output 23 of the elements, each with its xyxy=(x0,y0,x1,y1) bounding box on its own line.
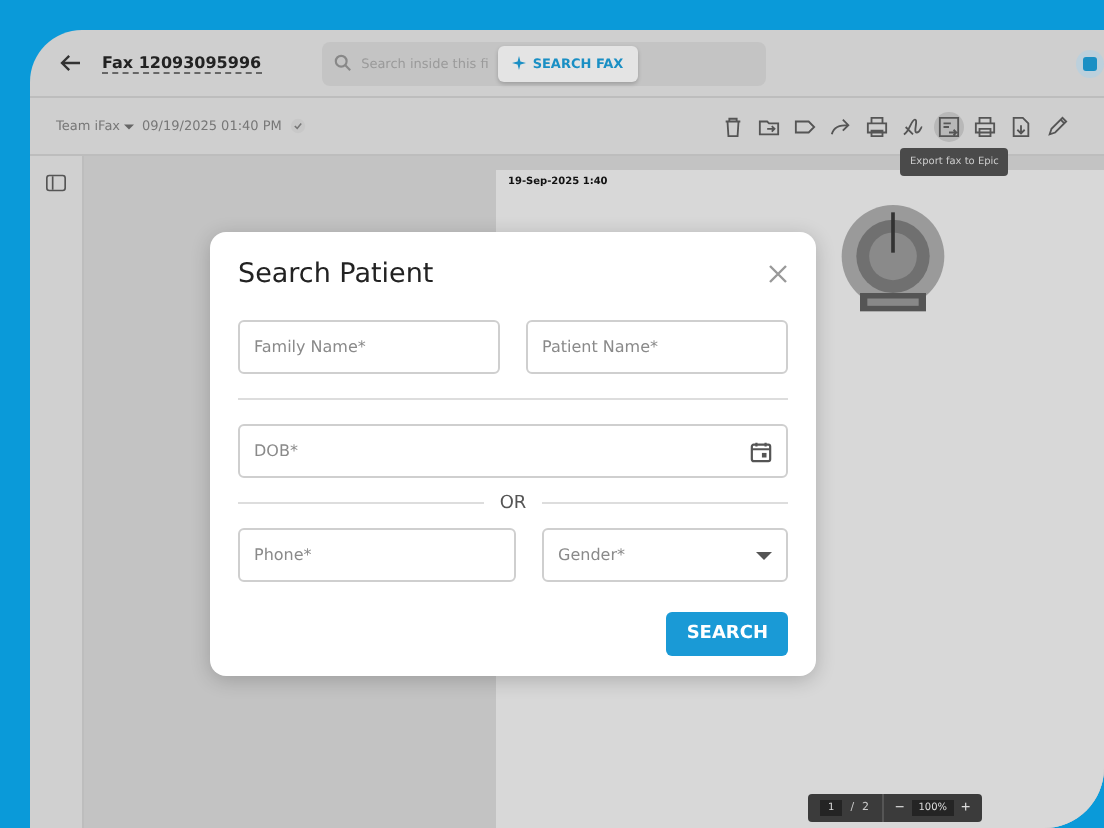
or-divider-label: OR xyxy=(499,493,527,513)
close-icon[interactable] xyxy=(768,264,788,284)
sidebar-toggle-icon[interactable] xyxy=(46,174,66,192)
text-field[interactable]: Patient Name* xyxy=(526,320,788,374)
verified-icon xyxy=(289,118,306,134)
back-arrow-icon[interactable] xyxy=(60,54,82,72)
zoom-out-button[interactable]: − xyxy=(895,800,905,816)
sparkle-icon xyxy=(512,56,527,70)
calendar-icon[interactable] xyxy=(750,440,772,462)
search-icon xyxy=(333,54,352,72)
export-tool-icon[interactable] xyxy=(934,111,964,141)
select-field[interactable]: Gender* xyxy=(542,528,788,582)
edit-tool-icon[interactable] xyxy=(1042,111,1072,141)
dialog-title: Search Patient xyxy=(238,258,434,290)
print-tool-icon[interactable] xyxy=(970,111,1000,141)
caret-icon xyxy=(124,123,135,129)
refax-tool-icon[interactable] xyxy=(862,111,892,141)
text-field[interactable]: Phone* xyxy=(238,528,516,582)
fax-title: Fax 12093095996 xyxy=(102,53,262,73)
date-field[interactable]: DOB* xyxy=(238,424,788,478)
text-field[interactable]: Family Name* xyxy=(238,320,500,374)
zoom-in-button[interactable]: + xyxy=(961,800,971,816)
caret-icon xyxy=(756,551,772,559)
